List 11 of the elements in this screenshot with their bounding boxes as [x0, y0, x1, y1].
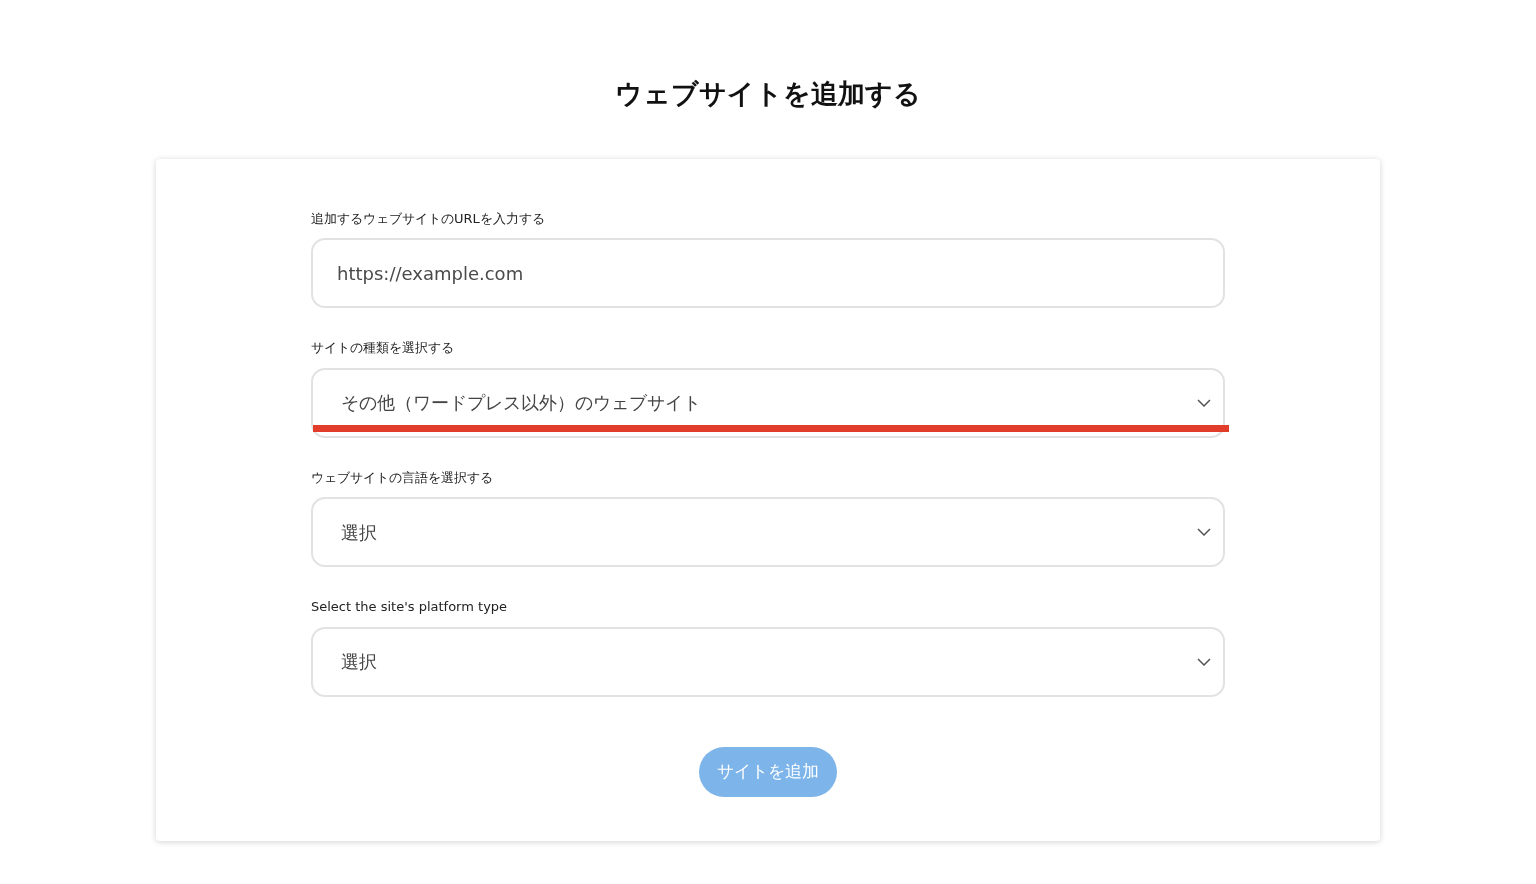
field-label: ウェブサイトの言語を選択する [311, 468, 494, 487]
select-field[interactable]: 選択 [311, 497, 1225, 567]
chevron-down-icon [1197, 657, 1211, 666]
chevron-down-icon [1197, 398, 1211, 407]
field-label: 追加するウェブサイトのURLを入力する [311, 209, 546, 228]
field-label: サイトの種類を選択する [311, 339, 455, 357]
url-field[interactable]: https://example.com [311, 238, 1225, 308]
select-field[interactable]: 選択 [311, 626, 1225, 697]
page-title: ウェブサイトを追加する [615, 77, 921, 111]
chevron-down-icon [1197, 528, 1211, 536]
field-label: Select the site's platform type [311, 598, 509, 616]
